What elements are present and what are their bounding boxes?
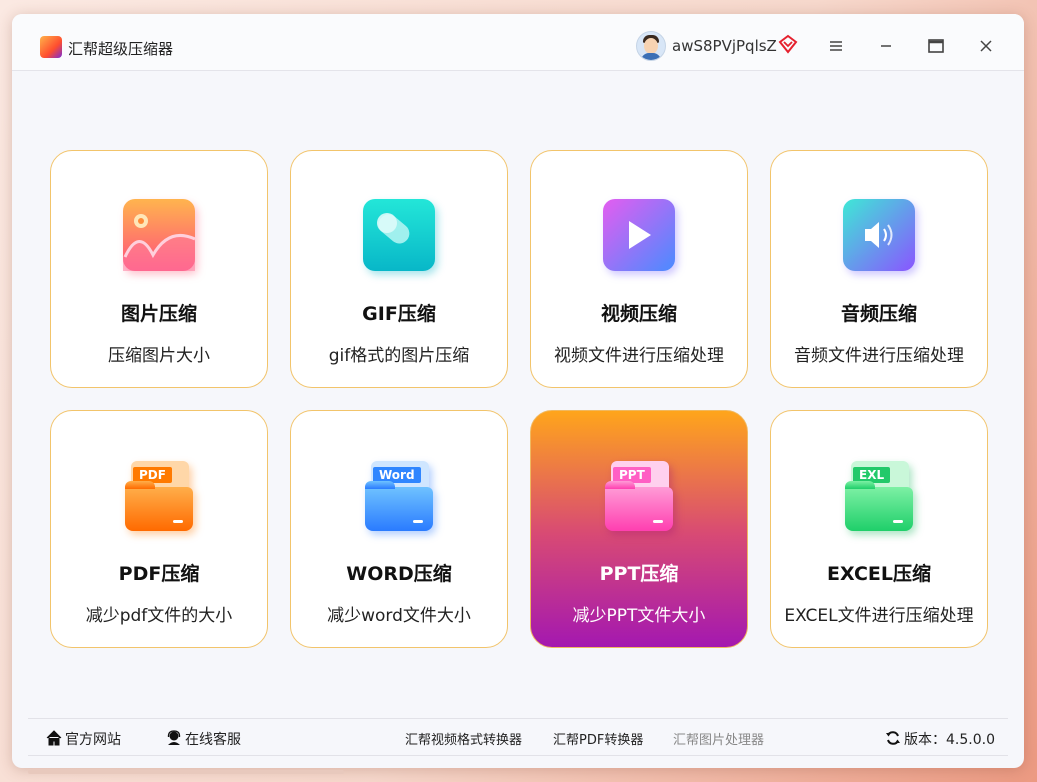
card-image-compress[interactable]: 图片压缩 压缩图片大小 [50, 150, 268, 388]
close-icon[interactable] [976, 36, 996, 56]
official-website-label: 官方网站 [65, 732, 121, 748]
card-ppt-compress[interactable]: PPT PPT压缩 减少PPT文件大小 [530, 410, 748, 648]
app-window: 汇帮超级压缩器 awS8PVjPqlsZ 图片压缩 压缩图片大小 GIF压缩 g… [12, 14, 1024, 768]
card-excel-compress[interactable]: EXL EXCEL压缩 EXCEL文件进行压缩处理 [770, 410, 988, 648]
vip-diamond-icon[interactable] [778, 34, 798, 54]
card-subtitle: 减少PPT文件大小 [572, 606, 706, 626]
video-converter-link[interactable]: 汇帮视频格式转换器 [405, 729, 522, 748]
gif-icon [359, 197, 439, 277]
maximize-icon[interactable] [926, 36, 946, 56]
status-bar: 官方网站 在线客服 汇帮视频格式转换器 汇帮PDF转换器 汇帮图片处理器 版本：… [28, 718, 1008, 756]
card-subtitle: EXCEL文件进行压缩处理 [784, 606, 974, 626]
image-icon [119, 197, 199, 277]
card-title: 视频压缩 [600, 303, 677, 325]
version-info[interactable]: 版本：4.5.0.0 [885, 729, 995, 749]
menu-icon[interactable] [826, 36, 846, 56]
card-word-compress[interactable]: Word WORD压缩 减少word文件大小 [290, 410, 508, 648]
username[interactable]: awS8PVjPqlsZ [672, 37, 777, 55]
pdf-converter-link[interactable]: 汇帮PDF转换器 [553, 729, 643, 748]
refresh-icon [886, 731, 900, 745]
app-title: 汇帮超级压缩器 [68, 40, 174, 58]
title-bar: 汇帮超级压缩器 awS8PVjPqlsZ [12, 14, 1024, 71]
image-processor-link[interactable]: 汇帮图片处理器 [673, 729, 764, 748]
card-gif-compress[interactable]: GIF压缩 gif格式的图片压缩 [290, 150, 508, 388]
ppt-folder-icon: PPT [599, 457, 679, 537]
card-title: WORD压缩 [346, 563, 452, 585]
minimize-icon[interactable] [876, 36, 896, 56]
card-title: GIF压缩 [362, 303, 436, 325]
card-pdf-compress[interactable]: PDF PDF压缩 减少pdf文件的大小 [50, 410, 268, 648]
card-title: PPT压缩 [599, 563, 679, 585]
card-title: PDF压缩 [118, 563, 200, 585]
official-website-link[interactable]: 官方网站 [46, 729, 121, 749]
user-avatar[interactable] [636, 31, 666, 61]
card-title: 音频压缩 [840, 303, 917, 325]
word-folder-icon: Word [359, 457, 439, 537]
video-play-icon [599, 197, 679, 277]
card-subtitle: 音频文件进行压缩处理 [794, 346, 964, 366]
card-subtitle: 减少pdf文件的大小 [85, 606, 233, 626]
audio-speaker-icon [839, 197, 919, 277]
version-label: 版本：4.5.0.0 [904, 732, 995, 748]
home-icon [46, 730, 62, 746]
card-audio-compress[interactable]: 音频压缩 音频文件进行压缩处理 [770, 150, 988, 388]
pdf-folder-icon: PDF [119, 457, 199, 537]
online-support-link[interactable]: 在线客服 [166, 729, 241, 749]
online-support-label: 在线客服 [185, 732, 241, 748]
card-subtitle: 压缩图片大小 [108, 346, 210, 366]
app-logo [40, 36, 62, 58]
horizontal-scrollbar[interactable] [28, 770, 344, 774]
card-subtitle: 视频文件进行压缩处理 [554, 346, 724, 366]
card-subtitle: gif格式的图片压缩 [328, 346, 470, 366]
card-subtitle: 减少word文件大小 [327, 606, 471, 626]
support-headset-icon [167, 730, 181, 745]
card-title: 图片压缩 [120, 303, 197, 325]
card-title: EXCEL压缩 [827, 563, 931, 585]
excel-folder-icon: EXL [839, 457, 919, 537]
card-video-compress[interactable]: 视频压缩 视频文件进行压缩处理 [530, 150, 748, 388]
